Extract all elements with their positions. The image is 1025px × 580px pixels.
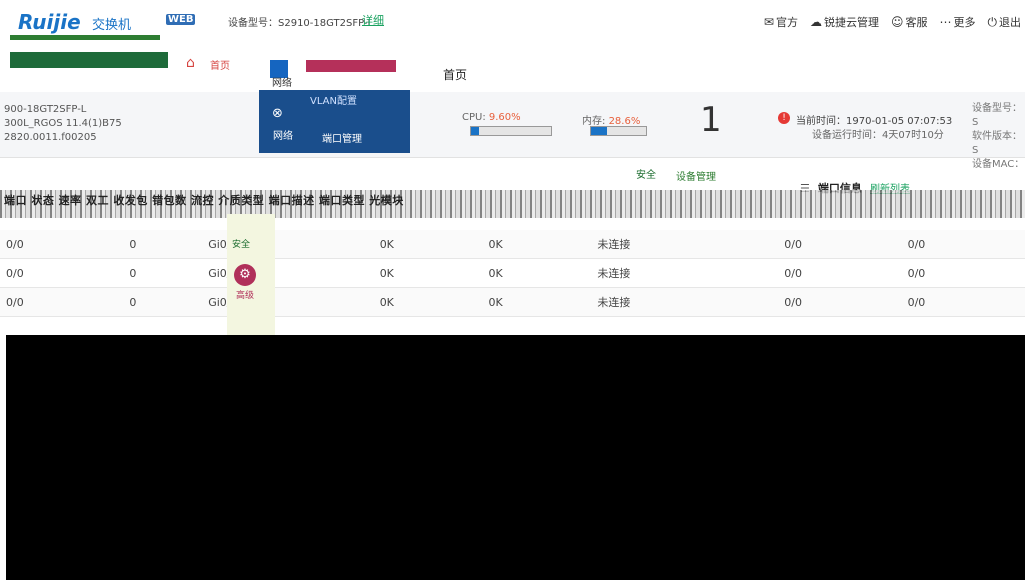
table-cell: 0/0	[778, 258, 902, 288]
device-model: S2910-18GT2SFP-L	[278, 18, 374, 29]
model-line: 300L_RGOS 11.4(1)B75	[4, 118, 122, 129]
side-menu-network[interactable]: 网络	[273, 127, 293, 142]
alarm-count: 1	[700, 100, 722, 140]
table-cell: 0/0	[0, 287, 124, 317]
header-item-label: 更多	[953, 16, 976, 29]
device-mgmt-label[interactable]: 设备管理	[676, 168, 716, 183]
table-cell: 0/0	[0, 258, 124, 288]
table-cell: 0/0	[778, 287, 902, 317]
table-cell: 未连接	[591, 287, 779, 317]
brand-subtitle: 交换机	[92, 18, 132, 33]
header-item-logout[interactable]: ⏻ 退出	[988, 14, 1022, 30]
table-cell: 未连接	[591, 258, 779, 288]
cloud-icon: ☁	[809, 15, 822, 29]
port-table: 0/0 0 Gi0/1 0K 0K 未连接 0/0 0/0 0/0 0 Gi0/2 0K 0K 未连接 0/…	[0, 230, 1025, 317]
runtime: 设备运行时间：4天07时10分	[812, 126, 944, 141]
nav-accent-bar	[10, 52, 168, 68]
menu-side-label[interactable]: 高级	[236, 288, 254, 301]
detail-link[interactable]: 详细	[362, 12, 384, 28]
cpu-progress-fill	[471, 127, 479, 135]
model-right-line: 设备型号：S	[972, 103, 1022, 128]
cpu-progress-bar	[470, 126, 552, 136]
table-cell: 0	[123, 258, 203, 288]
web-tag: WEB	[166, 14, 196, 25]
table-header: 端口 状态 速率 双工 收发包 错包数 流控 介质类型 端口描述 端口类型 光模…	[4, 194, 404, 207]
cpu-label-text: CPU:	[462, 112, 486, 123]
nav-home-label[interactable]: 首页	[210, 57, 230, 72]
chat-icon: ✉	[763, 15, 774, 29]
version-right-line: 软件版本：S	[972, 131, 1022, 156]
memory-label: 内存: 28.6%	[582, 112, 640, 127]
header-item-service[interactable]: ☺ 客服	[891, 14, 928, 30]
side-menu-port-mgmt[interactable]: 端口管理	[322, 130, 362, 145]
home-icon[interactable]: ⌂	[186, 55, 195, 71]
device-info: 设备型号：S2910-18GT2SFP-L	[228, 14, 373, 29]
web-badge: WEB	[166, 14, 196, 25]
table-row: 0/0 0 Gi0/3 0K 0K 未连接 0/0 0/0	[0, 287, 1025, 317]
model-info: 900-18GT2SFP-L 300L_RGOS 11.4(1)B75 2820…	[4, 103, 122, 145]
current-time: 当前时间：1970-01-05 07:07:53	[796, 112, 952, 127]
logout-icon: ⏻	[987, 14, 998, 29]
header-item-label: 退出	[999, 16, 1021, 29]
header-item-cloud[interactable]: ☁ 锐捷云管理	[810, 14, 879, 30]
header-item-official[interactable]: ✉ 官方	[764, 14, 798, 30]
table-cell: 0K	[482, 230, 592, 259]
side-menu-vlan[interactable]: VLAN配置	[310, 92, 357, 107]
memory-progress-bar	[590, 126, 647, 136]
user-icon: ☺	[890, 15, 904, 29]
header-item-label: 官方	[775, 16, 798, 29]
tab-network[interactable]: 网络	[272, 74, 292, 89]
table-cell: 0K	[482, 258, 592, 288]
model-line: 900-18GT2SFP-L	[4, 104, 87, 115]
table-row: 0/0 0 Gi0/2 0K 0K 未连接 0/0 0/0	[0, 258, 1025, 288]
table-cell: 0	[123, 287, 203, 317]
model-right: 设备型号：S 软件版本：S 设备MAC：	[972, 102, 1025, 172]
table-cell: 0K	[373, 287, 483, 317]
menu-side-top[interactable]: 安全	[232, 237, 250, 250]
table-cell: 0/0	[0, 230, 124, 259]
table-cell: 0/0	[778, 230, 902, 259]
header-item-label: 客服	[905, 16, 928, 29]
table-cell: 0/0	[901, 230, 1025, 259]
table-cell: 0	[123, 230, 203, 259]
table-cell: 0K	[482, 287, 592, 317]
device-model-label: 设备型号：	[228, 18, 278, 29]
page-title: 首页	[443, 68, 468, 82]
mac-right-line: 设备MAC：	[972, 159, 1025, 170]
runtime-value: 4天07时10分	[882, 130, 944, 141]
runtime-label: 设备运行时间：	[812, 130, 882, 141]
brand-logo: Ruijie	[18, 10, 81, 34]
table-cell: 0K	[373, 258, 483, 288]
header-item-more[interactable]: ⋯ 更多	[940, 14, 976, 30]
tab-accent-bar	[306, 60, 396, 72]
table-row: 0/0 0 Gi0/1 0K 0K 未连接 0/0 0/0	[0, 230, 1025, 259]
memory-progress-fill	[591, 127, 607, 135]
logo-underline	[10, 35, 160, 40]
settings-icon[interactable]: ⚙	[234, 264, 256, 286]
network-icon: ⊗	[272, 106, 283, 121]
table-cell: 0K	[373, 230, 483, 259]
cpu-value: 9.60%	[488, 112, 521, 123]
table-cell: 0/0	[901, 287, 1025, 317]
redacted-area	[6, 335, 1025, 580]
model-line: 2820.0011.f00205	[4, 132, 97, 143]
table-cell: 未连接	[591, 230, 779, 259]
more-icon: ⋯	[939, 15, 952, 29]
header-item-label: 锐捷云管理	[823, 16, 879, 29]
alert-icon: !	[778, 112, 790, 124]
security-label[interactable]: 安全	[636, 166, 656, 181]
table-cell: 0/0	[901, 258, 1025, 288]
cpu-label: CPU: 9.60%	[462, 112, 521, 123]
header-actions: ✉ 官方 ☁ 锐捷云管理 ☺ 客服 ⋯ 更多 ⏻ 退出	[764, 14, 1021, 30]
